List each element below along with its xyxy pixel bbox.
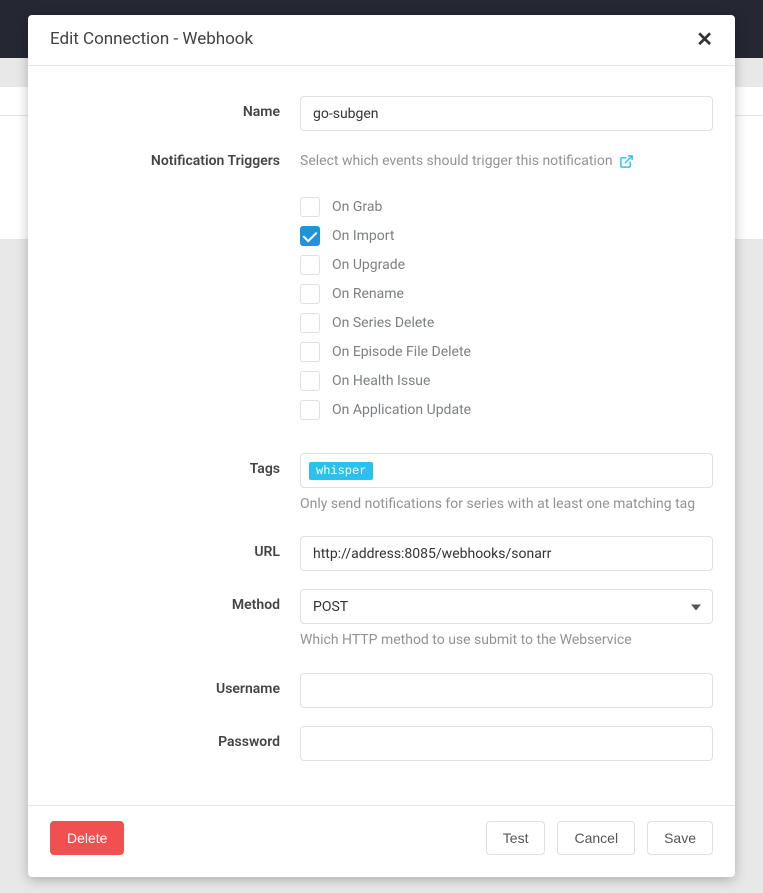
label-url: URL (50, 536, 300, 560)
tags-help: Only send notifications for series with … (300, 494, 713, 514)
label-triggers: Notification Triggers (50, 149, 300, 169)
triggers-help: Select which events should trigger this … (300, 149, 634, 169)
trigger-label: On Series Delete (332, 315, 434, 331)
trigger-item: On Health Issue (300, 371, 713, 391)
tags-input[interactable]: whisper (300, 453, 713, 488)
trigger-checkbox[interactable] (300, 255, 320, 275)
row-name: Name (50, 96, 713, 131)
app-window: Edit Connection - Webhook ✕ Name Notific… (0, 0, 763, 893)
delete-button[interactable]: Delete (50, 821, 124, 855)
trigger-item: On Series Delete (300, 313, 713, 333)
row-password: Password (50, 726, 713, 761)
password-input[interactable] (300, 726, 713, 761)
trigger-label: On Upgrade (332, 257, 405, 273)
cancel-button[interactable]: Cancel (557, 821, 635, 855)
name-input[interactable] (300, 96, 713, 131)
save-button[interactable]: Save (647, 821, 713, 855)
row-tags: Tags whisper Only send notifications for… (50, 453, 713, 514)
tag-chip[interactable]: whisper (309, 462, 373, 480)
modal-title: Edit Connection - Webhook (50, 29, 253, 49)
modal-body: Name Notification Triggers Select which … (28, 66, 735, 805)
row-method: Method Which HTTP method to use submit t… (50, 589, 713, 650)
trigger-checkbox[interactable] (300, 371, 320, 391)
trigger-checkbox[interactable] (300, 342, 320, 362)
label-method: Method (50, 589, 300, 613)
username-input[interactable] (300, 673, 713, 708)
trigger-item: On Grab (300, 197, 713, 217)
trigger-item: On Episode File Delete (300, 342, 713, 362)
trigger-label: On Episode File Delete (332, 344, 471, 360)
trigger-label: On Rename (332, 286, 404, 302)
label-password: Password (50, 726, 300, 750)
trigger-item: On Application Update (300, 400, 713, 420)
trigger-checkbox[interactable] (300, 400, 320, 420)
trigger-item: On Rename (300, 284, 713, 304)
trigger-checkbox[interactable] (300, 197, 320, 217)
trigger-item: On Import (300, 226, 713, 246)
row-username: Username (50, 673, 713, 708)
external-link-icon[interactable] (619, 154, 634, 169)
trigger-label: On Grab (332, 199, 382, 215)
trigger-item: On Upgrade (300, 255, 713, 275)
edit-connection-modal: Edit Connection - Webhook ✕ Name Notific… (28, 15, 735, 877)
label-tags: Tags (50, 453, 300, 477)
close-icon[interactable]: ✕ (696, 29, 713, 49)
label-name: Name (50, 96, 300, 120)
trigger-label: On Import (332, 228, 394, 244)
modal-header: Edit Connection - Webhook ✕ (28, 15, 735, 66)
triggers-help-text: Select which events should trigger this … (300, 153, 613, 169)
trigger-list: On Grab On Import On Upgrade On Rename On Se… (300, 197, 713, 420)
trigger-checkbox[interactable] (300, 226, 320, 246)
trigger-label: On Application Update (332, 402, 471, 418)
row-triggers: Notification Triggers Select which event… (50, 149, 713, 429)
trigger-checkbox[interactable] (300, 313, 320, 333)
trigger-label: On Health Issue (332, 373, 430, 389)
trigger-checkbox[interactable] (300, 284, 320, 304)
method-select[interactable] (300, 589, 713, 624)
label-username: Username (50, 673, 300, 697)
row-url: URL (50, 536, 713, 571)
method-help: Which HTTP method to use submit to the W… (300, 630, 713, 650)
test-button[interactable]: Test (486, 821, 546, 855)
modal-footer: Delete Test Cancel Save (28, 805, 735, 877)
url-input[interactable] (300, 536, 713, 571)
